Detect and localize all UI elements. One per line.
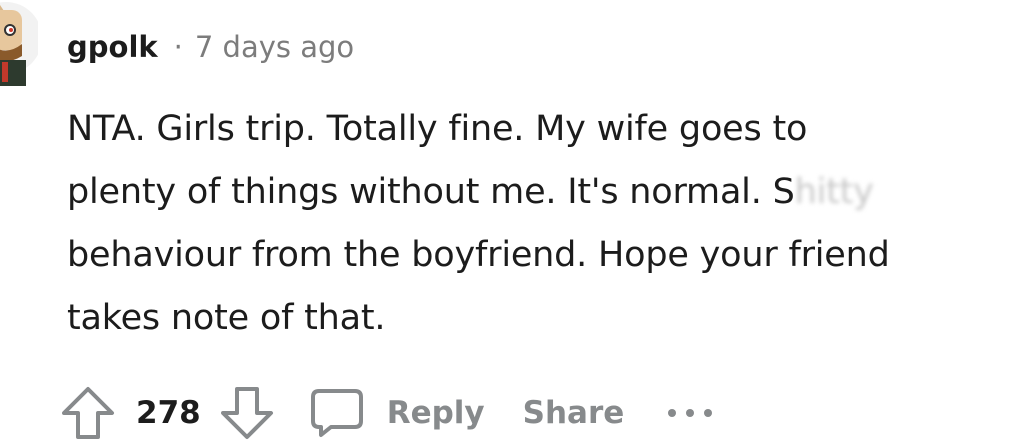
upvote-button[interactable] — [60, 385, 116, 441]
comment-actions: 278 Reply Share — [60, 382, 716, 444]
comment-line-text: plenty of things without me. It's normal… — [67, 172, 795, 212]
avatar[interactable] — [0, 0, 38, 86]
obscured-word: hitty — [794, 172, 874, 212]
comment-line: plenty of things without me. It's normal… — [67, 161, 1012, 224]
comment: gpolk · 7 days ago NTA. Girls trip. Tota… — [0, 0, 1017, 441]
comment-meta: gpolk · 7 days ago — [67, 24, 354, 70]
username[interactable]: gpolk — [67, 30, 158, 64]
comment-line: takes note of that. — [67, 298, 386, 338]
arrow-down-icon — [220, 387, 273, 439]
avatar-image — [0, 2, 38, 86]
share-button[interactable]: Share — [523, 395, 625, 431]
more-options-button[interactable] — [666, 398, 716, 428]
meta-separator: · — [173, 30, 183, 64]
downvote-button[interactable] — [219, 385, 275, 441]
comment-bubble-icon — [310, 389, 363, 437]
vote-score: 278 — [136, 395, 201, 431]
comment-line: NTA. Girls trip. Totally fine. My wife g… — [67, 109, 808, 149]
comment-line: behaviour from the boyfriend. Hope your … — [67, 235, 890, 275]
comment-body: NTA. Girls trip. Totally fine. My wife g… — [67, 98, 1012, 350]
reply-button[interactable]: Reply — [309, 387, 485, 439]
more-dots-icon — [668, 409, 713, 417]
arrow-up-icon — [62, 387, 114, 439]
timestamp[interactable]: 7 days ago — [195, 30, 354, 64]
reply-label: Reply — [386, 395, 485, 431]
